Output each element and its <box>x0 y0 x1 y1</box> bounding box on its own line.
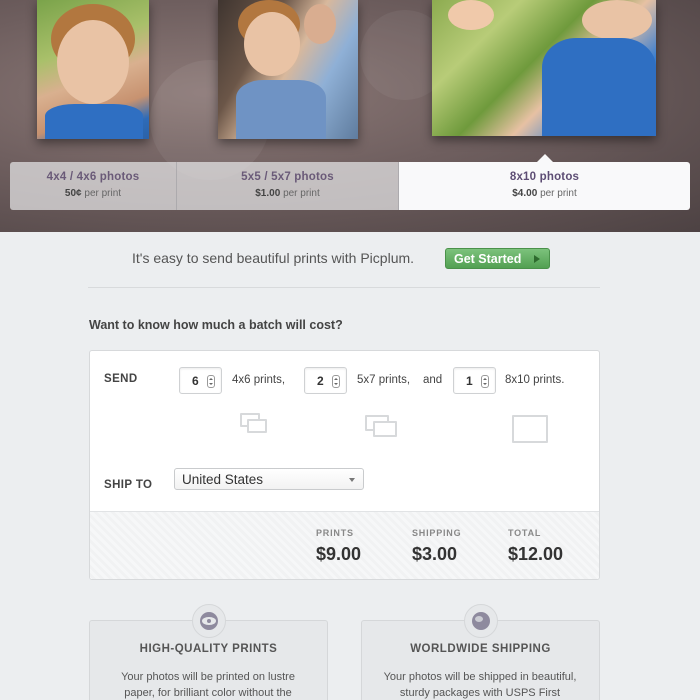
send-label: SEND <box>104 373 138 385</box>
prints-label: PRINTS <box>316 528 354 538</box>
sample-photo-medium <box>218 0 358 139</box>
shipping-value: $3.00 <box>412 544 458 564</box>
stepper-arrows-icon[interactable] <box>481 375 489 388</box>
shipping-total: SHIPPING $3.00 <box>412 528 461 565</box>
quantity-5x7-stepper[interactable]: 2 <box>304 367 347 394</box>
label-5x7: 5x7 prints, <box>357 374 411 386</box>
quantity-value: 6 <box>192 374 199 388</box>
label-8x10: 8x10 prints. <box>505 374 565 386</box>
feature-text: Your photos will be printed on lustre pa… <box>121 671 295 699</box>
totals-bar: PRINTS $9.00 SHIPPING $3.00 TOTAL $12.00 <box>90 511 599 579</box>
tab-price: $1.00 per print <box>255 188 320 199</box>
tab-title: 5x5 / 5x7 photos <box>241 171 334 183</box>
print-8x10-icon <box>512 415 548 443</box>
stepper-arrows-icon[interactable] <box>332 375 340 388</box>
intro-text: It's easy to send beautiful prints with … <box>132 250 415 266</box>
sample-photo-small <box>37 0 149 139</box>
quantity-value: 1 <box>466 374 473 388</box>
eye-icon <box>192 604 226 638</box>
feature-worldwide-shipping: WORLDWIDE SHIPPING Your photos will be s… <box>361 604 600 700</box>
prints-value: $9.00 <box>316 544 362 564</box>
divider <box>88 287 600 288</box>
sample-photo-large <box>432 0 656 136</box>
and-label: and <box>423 374 443 386</box>
feature-title: HIGH-QUALITY PRINTS <box>139 643 278 655</box>
tab-5x7[interactable]: 5x5 / 5x7 photos $1.00 per print <box>177 162 399 210</box>
tab-title: 4x4 / 4x6 photos <box>46 171 140 183</box>
calculator-title: Want to know how much a batch will cost? <box>89 318 343 332</box>
tab-title: 8x10 photos <box>509 171 580 183</box>
label-4x6: 4x6 prints, <box>232 374 286 386</box>
quantity-4x6-stepper[interactable]: 6 <box>179 367 222 394</box>
cost-calculator: SEND 6 4x6 prints, 2 5x7 prints, and 1 8… <box>89 350 600 580</box>
print-size-tabs: 4x4 / 4x6 photos 50¢ per print 5x5 / 5x7… <box>10 154 690 210</box>
feature-text: Your photos will be shipped in beautiful… <box>383 671 577 699</box>
globe-icon <box>464 604 498 638</box>
prints-total: PRINTS $9.00 <box>316 528 361 565</box>
print-stack-4x6-icon <box>247 419 267 433</box>
chevron-down-icon <box>349 478 355 482</box>
total-label: TOTAL <box>508 528 542 538</box>
stepper-arrows-icon[interactable] <box>207 375 215 388</box>
grand-total: TOTAL $12.00 <box>508 528 563 565</box>
intro-row: It's easy to send beautiful prints with … <box>0 248 700 270</box>
ship-to-label: SHIP TO <box>104 479 153 491</box>
total-value: $12.00 <box>508 544 564 564</box>
tab-price: $4.00 per print <box>512 188 577 199</box>
play-arrow-icon <box>534 255 540 263</box>
feature-title: WORLDWIDE SHIPPING <box>410 643 551 655</box>
get-started-label: Get Started <box>454 252 522 266</box>
country-value: United States <box>182 472 264 487</box>
hero-banner: 4x4 / 4x6 photos 50¢ per print 5x5 / 5x7… <box>0 0 700 232</box>
quantity-8x10-stepper[interactable]: 1 <box>453 367 496 394</box>
tab-price: 50¢ per print <box>64 188 122 199</box>
tab-4x6[interactable]: 4x4 / 4x6 photos 50¢ per print <box>10 162 177 210</box>
tab-8x10[interactable]: 8x10 photos $4.00 per print <box>399 154 690 210</box>
get-started-button[interactable]: Get Started <box>445 248 550 269</box>
country-select[interactable]: United States <box>174 468 364 490</box>
shipping-label: SHIPPING <box>412 528 462 538</box>
print-stack-5x7-icon <box>373 421 397 437</box>
quantity-value: 2 <box>317 374 324 388</box>
feature-high-quality: HIGH-QUALITY PRINTS Your photos will be … <box>89 604 328 700</box>
